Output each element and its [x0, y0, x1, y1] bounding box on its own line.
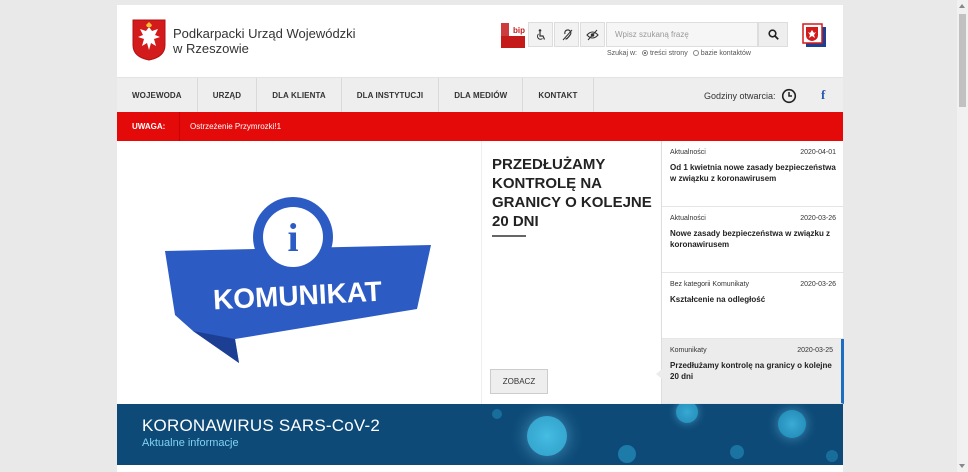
news-item-active[interactable]: Komunikaty 2020-03-25 Przedłużamy kontrol… — [656, 339, 844, 404]
news-title[interactable]: Nowe zasady bezpieczeństwa w związku z k… — [670, 228, 836, 250]
vertical-scrollbar[interactable] — [957, 0, 968, 472]
radio-unselected[interactable] — [692, 50, 699, 57]
hero-image[interactable]: i KOMUNIKAT — [117, 141, 481, 404]
virus-illustration — [492, 404, 838, 465]
news-category: Aktualności — [670, 215, 706, 222]
nav-item-dla-klienta[interactable]: DLA KLIENTA — [257, 78, 342, 113]
header: Podkarpacki Urząd Wojewódzki w Rzeszowie… — [117, 5, 843, 77]
news-item[interactable]: Bez kategorii Komunikaty 2020-03-26 Kszta… — [662, 273, 844, 339]
news-item[interactable]: Aktualności 2020-04-01 Od 1 kwietnia nowe… — [662, 141, 844, 207]
accessibility-group — [528, 22, 606, 47]
brand-name[interactable]: Podkarpacki Urząd Wojewódzki w Rzeszowie — [173, 26, 373, 56]
search-input[interactable] — [606, 22, 758, 47]
news-category: Aktualności — [670, 149, 706, 156]
page: Podkarpacki Urząd Wojewódzki w Rzeszowie… — [117, 5, 844, 472]
clock-icon[interactable] — [781, 88, 797, 104]
brand-line2: w Rzeszowie — [173, 41, 249, 56]
scroll-up-arrow[interactable] — [959, 4, 965, 8]
scope-option-content[interactable]: treści strony — [641, 50, 688, 57]
hearing-icon[interactable] — [554, 22, 579, 47]
nav-item-wojewoda[interactable]: WOJEWODA — [117, 78, 198, 113]
search-icon — [767, 29, 779, 40]
news-date: 2020-03-25 — [797, 347, 833, 354]
radio-selected[interactable] — [641, 50, 648, 57]
scope-option-contacts[interactable]: bazie kontaktów — [692, 50, 751, 57]
nav-item-urzad[interactable]: URZĄD — [198, 78, 258, 113]
alert-link[interactable]: Ostrzeżenie Przymrozki!1 — [190, 122, 281, 131]
eye-icon[interactable] — [580, 22, 605, 47]
search-scope-label: Szukaj w: — [607, 50, 637, 57]
banner-subtitle: Aktualne informacje — [142, 437, 239, 449]
komunikat-graphic: i KOMUNIKAT — [165, 197, 431, 363]
active-indicator-arrow — [656, 369, 662, 379]
news-date: 2020-04-01 — [800, 149, 836, 156]
news-title[interactable]: Przedłużamy kontrolę na granicy o kolejn… — [670, 360, 833, 382]
nav-item-dla-instytucji[interactable]: DLA INSTYTUCJI — [342, 78, 440, 113]
search-scope: Szukaj w: treści strony bazie kontaktów — [607, 50, 751, 57]
hero-divider — [492, 235, 526, 237]
scroll-thumb[interactable] — [959, 14, 966, 107]
info-icon: i — [287, 215, 298, 260]
news-title[interactable]: Kształcenie na odległość — [670, 294, 836, 305]
news-date: 2020-03-26 — [800, 215, 836, 222]
nav-item-dla-mediow[interactable]: DLA MEDIÓW — [439, 78, 524, 113]
news-date: 2020-03-26 — [800, 281, 836, 288]
hero-article: PRZEDŁUŻAMY KONTROLĘ NA GRANICY O KOLEJN… — [481, 141, 661, 404]
see-more-button[interactable]: ZOBACZ — [490, 369, 548, 394]
news-category: Komunikaty — [670, 347, 707, 354]
news-category: Bez kategorii Komunikaty — [670, 281, 749, 288]
news-list: Aktualności 2020-04-01 Od 1 kwietnia nowe… — [656, 141, 844, 404]
bip-label: bip — [513, 26, 525, 35]
poland-emblem-icon[interactable] — [802, 23, 828, 49]
opening-hours-label: Godziny otwarcia: — [704, 91, 776, 101]
facebook-icon[interactable]: f — [821, 87, 825, 103]
search-button[interactable] — [758, 22, 788, 47]
news-title[interactable]: Od 1 kwietnia nowe zasady bezpieczeństwa… — [670, 162, 836, 184]
coronavirus-banner[interactable]: KORONAWIRUS SARS-CoV-2 Aktualne informac… — [117, 404, 843, 465]
brand-line1: Podkarpacki Urząd Wojewódzki — [173, 26, 356, 41]
bip-icon[interactable]: bip — [501, 23, 525, 48]
alert-bar: UWAGA: Ostrzeżenie Przymrozki!1 — [117, 112, 843, 141]
nav-item-kontakt[interactable]: KONTAKT — [523, 78, 594, 113]
alert-divider — [179, 112, 180, 141]
wheelchair-icon[interactable] — [528, 22, 553, 47]
banner-title: KORONAWIRUS SARS-CoV-2 — [142, 416, 381, 435]
hero-title[interactable]: PRZEDŁUŻAMY KONTROLĘ NA GRANICY O KOLEJN… — [492, 155, 652, 231]
scroll-down-arrow[interactable] — [959, 464, 965, 468]
coat-of-arms-logo[interactable] — [132, 19, 166, 61]
alert-label: UWAGA: — [132, 122, 166, 131]
news-item[interactable]: Aktualności 2020-03-26 Nowe zasady bezpie… — [662, 207, 844, 273]
main-navigation: WOJEWODA URZĄD DLA KLIENTA DLA INSTYTUCJ… — [117, 77, 843, 113]
